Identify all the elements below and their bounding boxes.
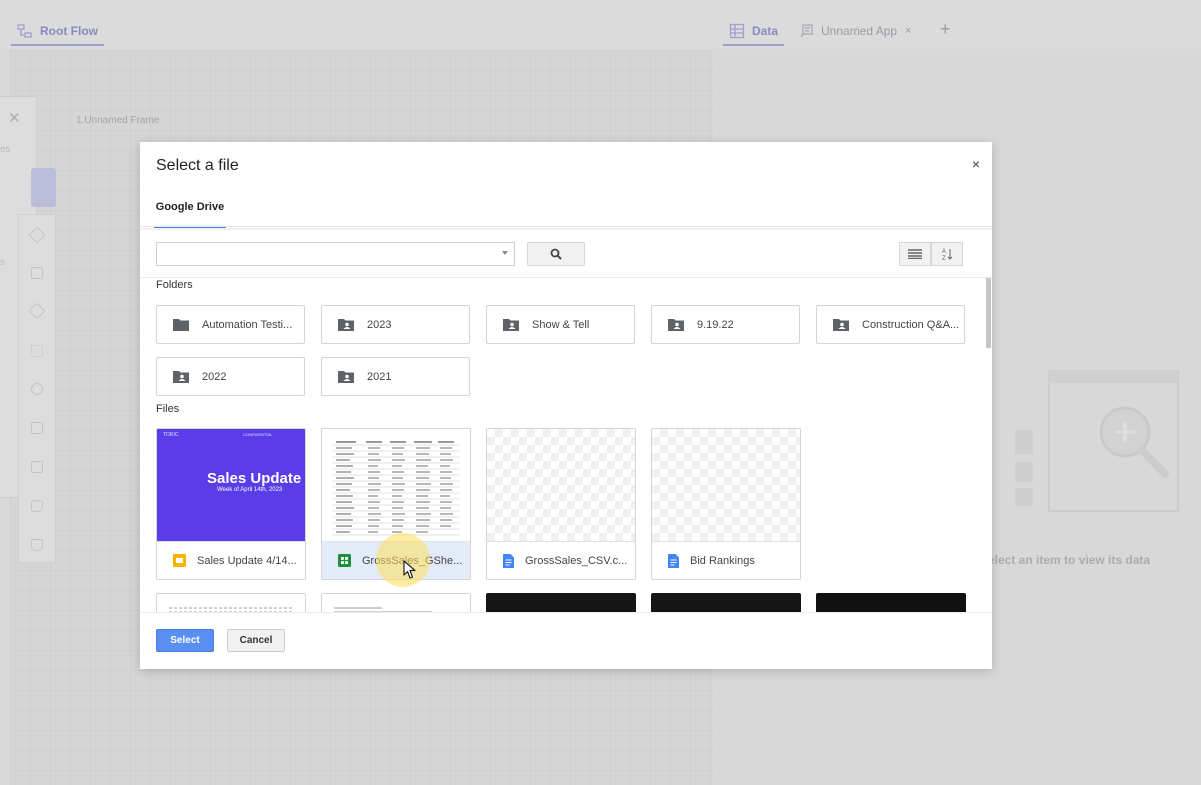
sort-button[interactable]: AZ (931, 242, 963, 266)
folder-name: Construction Q&A... (862, 318, 960, 331)
file-thumbnail (322, 594, 470, 612)
google-docs-icon (503, 553, 514, 568)
folder-name: 2021 (367, 370, 392, 383)
cancel-button[interactable]: Cancel (227, 629, 285, 652)
folder-item[interactable]: 2022 (156, 357, 305, 396)
slide-confidential: CONFIDENTIAL (243, 432, 273, 437)
folder-item[interactable]: Construction Q&A... (816, 305, 965, 344)
file-name: GrossSales_CSV.c... (525, 554, 628, 567)
folder-name: Show & Tell (532, 318, 590, 331)
google-sheets-icon (338, 554, 351, 567)
folder-item[interactable]: 9.19.22 (651, 305, 800, 344)
file-thumbnail (487, 429, 635, 541)
divider (140, 228, 992, 230)
file-item[interactable]: GrossSales_CSV.c... (486, 428, 636, 580)
file-item[interactable]: Bid Rankings (651, 428, 801, 580)
file-browser[interactable]: Folders Automation Testi... 2023 Show & … (140, 278, 992, 612)
svg-text:Z: Z (942, 256, 946, 261)
folder-name: Automation Testi... (202, 318, 293, 331)
scrollbar[interactable] (986, 278, 991, 348)
search-button[interactable] (527, 242, 585, 266)
search-icon (550, 248, 562, 260)
file-item[interactable] (486, 593, 636, 612)
file-item[interactable] (651, 593, 801, 612)
divider (140, 226, 992, 227)
slide-subheading: Week of April 14th, 2023 (217, 487, 283, 493)
shared-folder-icon (338, 371, 354, 383)
search-input[interactable] (157, 243, 487, 265)
select-button[interactable]: Select (156, 629, 214, 652)
file-name: Bid Rankings (690, 554, 755, 567)
spreadsheet-preview-icon (332, 439, 460, 541)
file-thumbnail (652, 429, 800, 541)
select-file-dialog: Select a file × Google Drive AZ Folders … (140, 142, 992, 669)
file-item[interactable] (816, 593, 966, 612)
file-thumbnail: TORIC CONFIDENTIAL Sales Update Week of … (157, 429, 305, 541)
google-docs-icon (668, 553, 679, 568)
document-preview-icon (334, 607, 432, 612)
files-heading: Files (156, 403, 180, 415)
folder-name: 9.19.22 (697, 318, 734, 331)
slide-brand: TORIC (163, 432, 179, 438)
list-view-icon (908, 249, 922, 259)
tab-google-drive[interactable]: Google Drive (154, 198, 226, 228)
search-field[interactable] (156, 242, 515, 266)
folder-item[interactable]: Show & Tell (486, 305, 635, 344)
file-footer: Bid Rankings (652, 541, 800, 579)
divider (140, 612, 992, 613)
file-thumbnail (157, 594, 305, 612)
folder-icon (173, 319, 189, 331)
document-preview-icon (169, 607, 293, 612)
file-item[interactable]: TORIC CONFIDENTIAL Sales Update Week of … (156, 428, 306, 580)
file-footer: Sales Update 4/14... (157, 541, 305, 579)
shared-folder-icon (668, 319, 684, 331)
file-item[interactable] (156, 593, 306, 612)
close-icon[interactable]: × (972, 156, 980, 172)
shared-folder-icon (503, 319, 519, 331)
shared-folder-icon (173, 371, 189, 383)
shared-folder-icon (338, 319, 354, 331)
folders-heading: Folders (156, 279, 193, 291)
shared-folder-icon (833, 319, 849, 331)
folder-name: 2023 (367, 318, 392, 331)
google-slides-icon (173, 554, 186, 567)
folder-name: 2022 (202, 370, 227, 383)
dialog-title: Select a file (156, 157, 239, 174)
svg-text:A: A (942, 249, 946, 255)
slide-heading: Sales Update (207, 470, 302, 487)
sort-az-icon: AZ (942, 249, 953, 261)
list-view-button[interactable] (899, 242, 931, 266)
folder-item[interactable]: 2023 (321, 305, 470, 344)
file-footer: GrossSales_CSV.c... (487, 541, 635, 579)
file-thumbnail (322, 429, 470, 541)
file-name: Sales Update 4/14... (197, 554, 297, 567)
file-item[interactable] (321, 593, 471, 612)
folder-item[interactable]: 2021 (321, 357, 470, 396)
folder-item[interactable]: Automation Testi... (156, 305, 305, 344)
mouse-pointer-icon (403, 560, 416, 579)
dropdown-caret-icon[interactable] (502, 251, 508, 255)
